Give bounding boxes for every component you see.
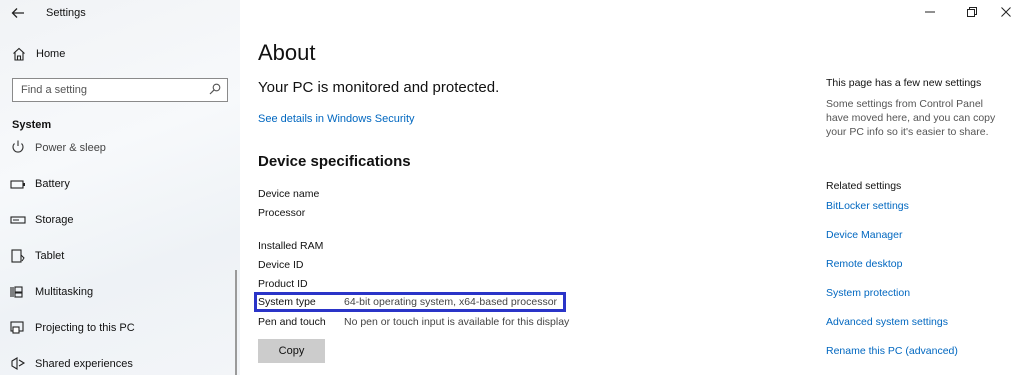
- page-title: About: [258, 40, 316, 65]
- sidebar-item-label: Battery: [35, 178, 70, 190]
- close-button[interactable]: [990, 0, 1022, 26]
- new-settings-title: This page has a few new settings: [826, 77, 982, 89]
- spec-row-installed-ram: Installed RAM: [258, 239, 578, 255]
- spec-key: Installed RAM: [258, 240, 324, 252]
- sidebar: Settings Home System Power & sleep Batte…: [0, 0, 240, 375]
- bitlocker-settings-link[interactable]: BitLocker settings: [826, 200, 909, 212]
- spec-key: Device name: [258, 188, 320, 200]
- sidebar-scrollbar[interactable]: [235, 270, 237, 375]
- sidebar-item-power-sleep[interactable]: Power & sleep: [0, 140, 240, 171]
- sidebar-item-label: Shared experiences: [35, 358, 133, 370]
- home-icon: [13, 47, 25, 61]
- sidebar-item-projecting[interactable]: Projecting to this PC: [0, 316, 240, 342]
- sidebar-item-label: Multitasking: [35, 286, 94, 298]
- rename-pc-link[interactable]: Rename this PC (advanced): [826, 345, 958, 357]
- sidebar-item-shared-experiences[interactable]: Shared experiences: [0, 352, 240, 375]
- minimize-button[interactable]: [914, 0, 946, 26]
- tablet-icon: [11, 249, 25, 263]
- related-settings-title: Related settings: [826, 180, 902, 192]
- search-icon[interactable]: [209, 83, 221, 95]
- power-icon: [12, 140, 24, 153]
- back-arrow-icon: [11, 8, 24, 18]
- shared-experiences-icon: [11, 357, 26, 370]
- spec-key: Device ID: [258, 259, 304, 271]
- sidebar-item-label: Power & sleep: [35, 142, 106, 154]
- spec-row-processor: Processor: [258, 206, 578, 222]
- minimize-icon: [925, 11, 935, 13]
- app-title: Settings: [46, 7, 86, 19]
- sidebar-item-battery[interactable]: Battery: [0, 172, 240, 198]
- system-protection-link[interactable]: System protection: [826, 287, 910, 299]
- battery-icon: [10, 180, 25, 189]
- copy-button[interactable]: Copy: [258, 339, 325, 363]
- remote-desktop-link[interactable]: Remote desktop: [826, 258, 902, 270]
- multitasking-icon: [10, 286, 23, 298]
- sidebar-item-multitasking[interactable]: Multitasking: [0, 280, 240, 306]
- spec-row-device-id: Device ID: [258, 258, 578, 274]
- spec-key: Product ID: [258, 278, 308, 290]
- spec-key: Pen and touch: [258, 316, 326, 328]
- spec-row-device-name: Device name: [258, 187, 578, 203]
- sidebar-item-label: Tablet: [35, 250, 65, 262]
- spec-row-pen-touch: Pen and touch No pen or touch input is a…: [258, 315, 578, 331]
- sidebar-item-label: Projecting to this PC: [35, 322, 135, 334]
- sidebar-item-tablet[interactable]: Tablet: [0, 244, 240, 270]
- section-title-system: System: [12, 119, 52, 131]
- device-manager-link[interactable]: Device Manager: [826, 229, 902, 241]
- spec-row-product-id: Product ID: [258, 277, 578, 293]
- protection-status: Your PC is monitored and protected.: [258, 79, 500, 96]
- nav-home-label: Home: [36, 48, 66, 60]
- title-bar: Settings: [0, 0, 240, 28]
- spec-value: No pen or touch input is available for t…: [344, 316, 570, 328]
- restore-icon: [967, 7, 977, 17]
- projecting-icon: [10, 321, 24, 334]
- restore-button[interactable]: [956, 0, 988, 26]
- windows-security-link[interactable]: See details in Windows Security: [258, 113, 415, 125]
- back-button[interactable]: [8, 4, 28, 22]
- nav-home[interactable]: Home: [0, 44, 240, 66]
- sidebar-item-label: Storage: [35, 214, 74, 226]
- close-icon: [1001, 7, 1011, 17]
- storage-icon: [10, 216, 26, 224]
- advanced-system-settings-link[interactable]: Advanced system settings: [826, 316, 948, 328]
- system-type-highlight: [254, 292, 566, 312]
- spec-key: Processor: [258, 207, 306, 219]
- device-specifications-heading: Device specifications: [258, 153, 411, 170]
- new-settings-description: Some settings from Control Panel have mo…: [826, 98, 996, 138]
- sidebar-item-storage[interactable]: Storage: [0, 208, 240, 234]
- search-box[interactable]: [12, 78, 228, 102]
- search-input[interactable]: [13, 79, 199, 100]
